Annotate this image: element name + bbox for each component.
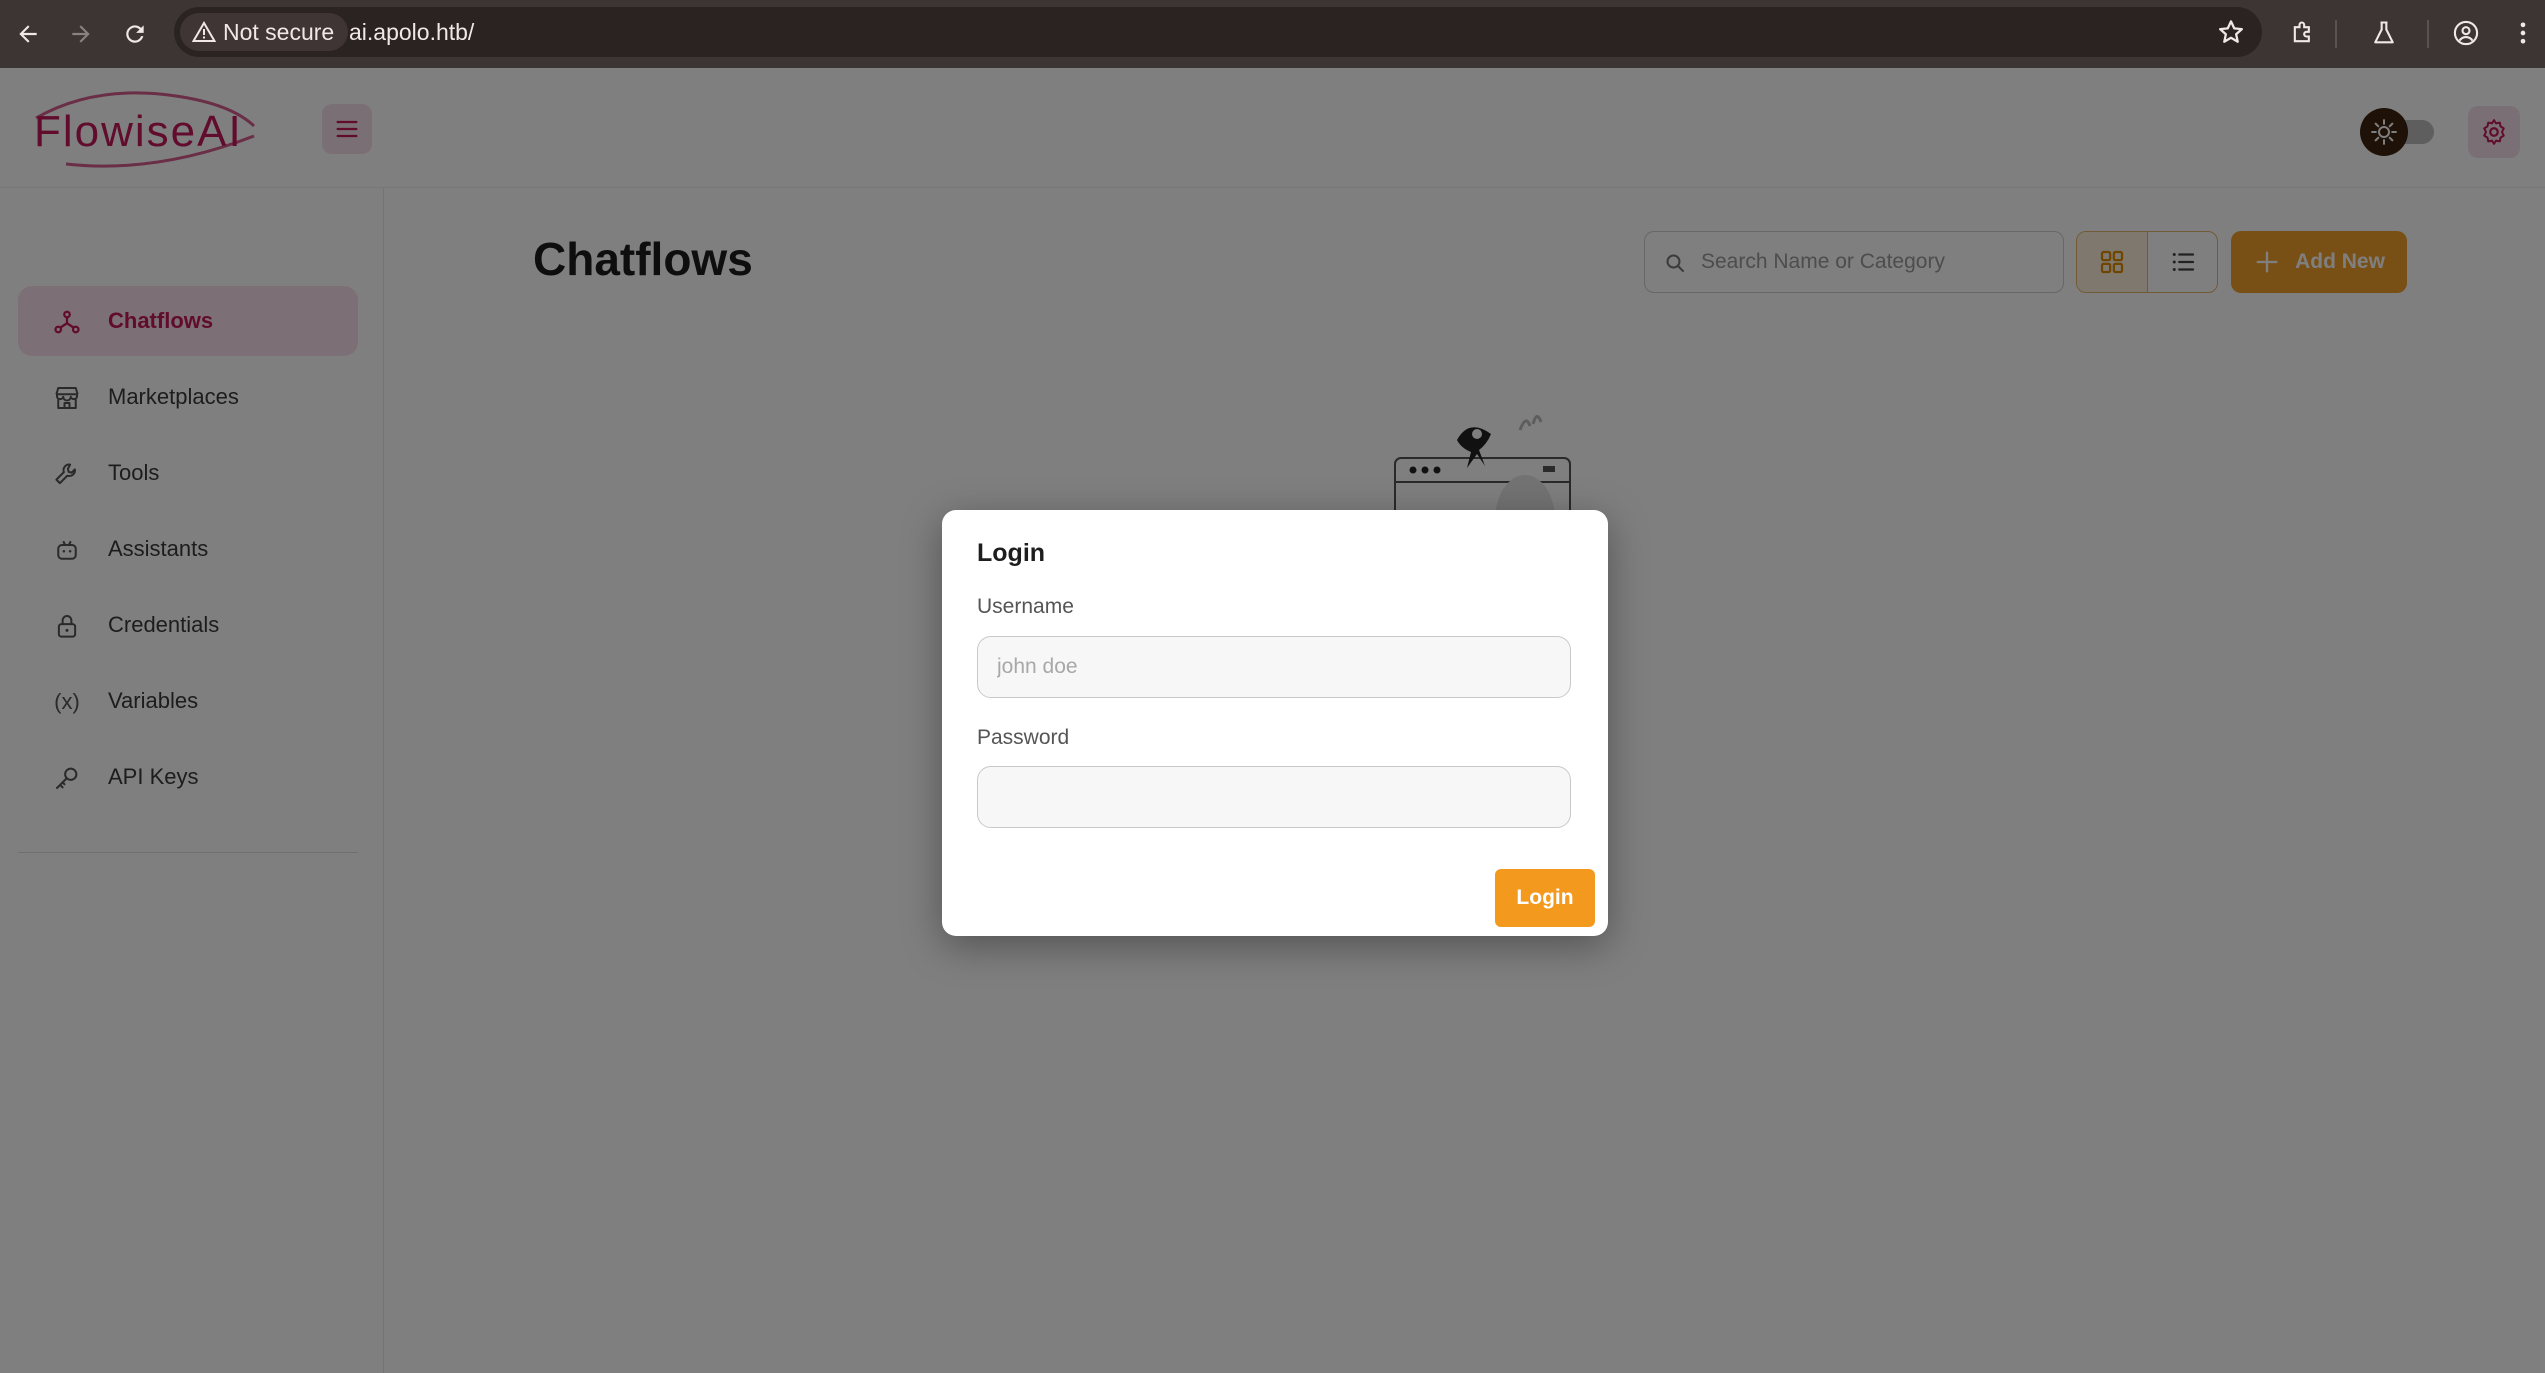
forward-button[interactable] [63,16,99,52]
password-label: Password [977,726,1070,749]
toolbar-divider [2427,20,2429,48]
username-field[interactable] [977,636,1571,698]
security-label: Not secure [223,18,335,45]
warning-icon [192,21,216,42]
puzzle-icon [2293,21,2310,43]
more-vert-icon [2520,22,2526,44]
password-field[interactable] [977,766,1571,828]
login-button[interactable]: Login [1495,869,1595,927]
url-text[interactable]: ai.apolo.htb/ [349,19,474,46]
labs-button[interactable] [2366,15,2402,51]
security-indicator[interactable]: Not secure [180,13,349,51]
reload-button[interactable] [117,16,153,52]
back-button[interactable] [10,16,46,52]
toolbar-divider [2335,20,2337,48]
address-bar[interactable]: Not secure ai.apolo.htb/ [174,7,2262,57]
arrow-left-icon [19,25,37,43]
account-circle-icon [2453,20,2479,46]
flask-icon [2374,21,2394,44]
username-input[interactable] [978,637,1570,697]
extensions-button[interactable] [2285,15,2321,51]
star-icon [2219,20,2243,43]
arrow-right-icon [72,25,90,43]
username-label: Username [977,595,1074,618]
bookmark-button[interactable] [2216,17,2246,47]
profile-button[interactable] [2448,15,2484,51]
browser-menu-button[interactable] [2505,15,2541,51]
dialog-title: Login [977,539,1046,567]
reload-icon [126,25,144,43]
password-input[interactable] [978,767,1570,827]
browser-toolbar: Not secure ai.apolo.htb/ [0,0,2545,68]
login-dialog: Login Username Password Login [942,510,1608,936]
